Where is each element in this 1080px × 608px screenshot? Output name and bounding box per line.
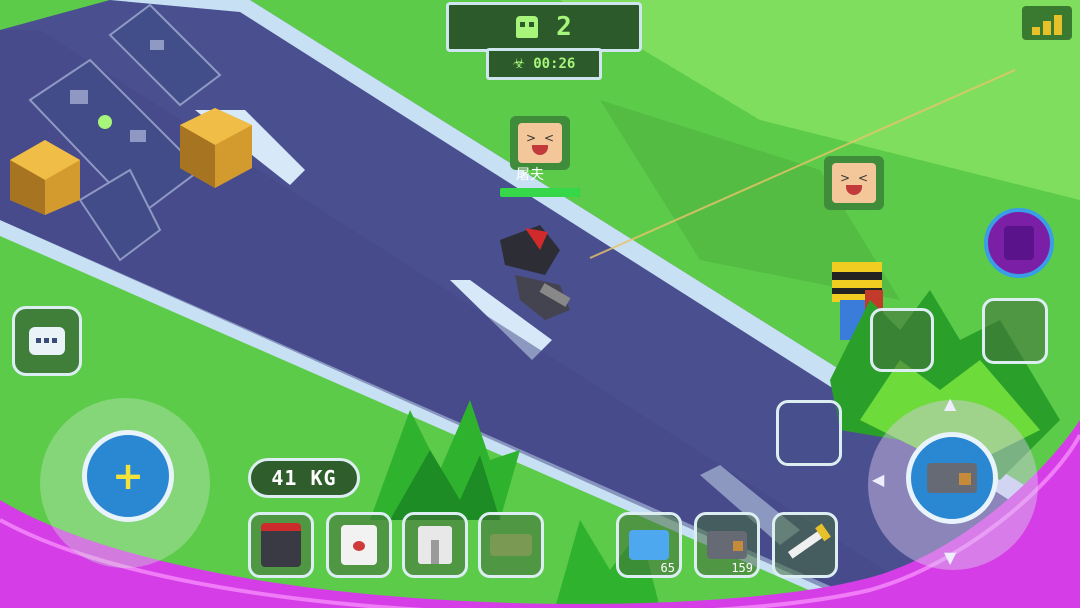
ammo-count-2: 159 [731, 561, 753, 575]
empty-action-slot-2[interactable] [982, 298, 1048, 364]
gray-ammo-icon [927, 463, 977, 493]
laughing-face-icon: > < [832, 163, 876, 203]
fire-button[interactable] [906, 432, 998, 524]
emote-bubble-enemy: > < [824, 156, 884, 210]
players-alive-panel: 2 [446, 2, 642, 52]
ammo-slot-2[interactable]: 159 [694, 512, 760, 578]
pants-icon [418, 526, 452, 564]
signal-strength-icon [1022, 6, 1072, 40]
plus-icon: + [112, 454, 144, 498]
aim-down-arrow-icon: ▼ [944, 548, 957, 567]
blue-ammo-icon [629, 530, 669, 560]
minimap-player-marker [98, 115, 112, 129]
tank-icon [490, 534, 532, 556]
players-alive-count: 2 [556, 12, 572, 42]
chest-slot[interactable] [326, 512, 392, 578]
empty-action-slot-3[interactable] [776, 400, 842, 466]
ammo-slot-1[interactable]: 65 [616, 512, 682, 578]
red-armor-icon [261, 523, 301, 567]
joystick-thumb[interactable]: + [82, 430, 174, 522]
chat-button[interactable] [12, 306, 82, 376]
chat-bubble-icon [29, 327, 65, 355]
armor-slot[interactable] [248, 512, 314, 578]
aim-left-arrow-icon: ◀ [872, 470, 885, 489]
vehicle-slot[interactable] [478, 512, 544, 578]
emote-bubble-player: > < [510, 116, 570, 170]
white-vest-icon [341, 525, 377, 565]
biohazard-icon: ☣ [512, 56, 526, 72]
ammo-count-1: 65 [660, 561, 675, 575]
aim-up-arrow-icon: ▲ [944, 394, 957, 413]
timer-text: 00:26 [533, 56, 576, 72]
player-name-label: 屠夫 [516, 167, 544, 183]
player-health-bar [500, 188, 580, 197]
skull-icon [516, 16, 539, 38]
gray-ammo-icon [707, 531, 747, 559]
laughing-face-icon: > < [518, 123, 562, 163]
player-health-fill [500, 188, 580, 197]
backpack-weight: 41 KG [248, 458, 360, 498]
empty-action-slot-1[interactable] [870, 308, 934, 372]
melee-slot[interactable] [772, 512, 838, 578]
legs-slot[interactable] [402, 512, 468, 578]
sword-icon [787, 523, 831, 559]
zone-timer: ☣ 00:26 [486, 48, 602, 80]
robot-silhouette-icon [1004, 226, 1034, 260]
special-skill-button[interactable] [984, 208, 1054, 278]
